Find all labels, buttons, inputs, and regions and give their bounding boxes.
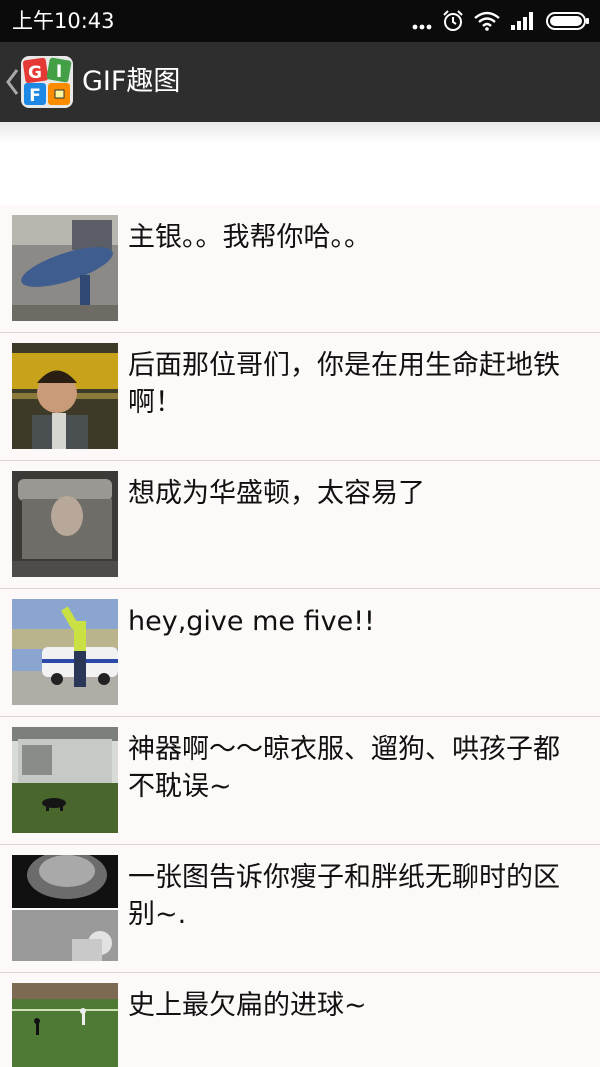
- gif-thumbnail: [12, 343, 118, 449]
- app-logo[interactable]: G I F: [19, 54, 75, 110]
- list-item[interactable]: 神器啊～～晾衣服、遛狗、哄孩子都不耽误~: [0, 717, 600, 845]
- gif-thumbnail: [12, 471, 118, 577]
- signal-icon: [510, 11, 536, 31]
- gif-thumbnail: [12, 599, 118, 705]
- gif-thumbnail: [12, 727, 118, 833]
- wifi-icon: [474, 11, 500, 31]
- list-item[interactable]: 后面那位哥们，你是在用生命赶地铁啊！: [0, 333, 600, 461]
- alarm-icon: [442, 10, 464, 32]
- gif-thumbnail: [12, 855, 118, 961]
- item-title: 想成为华盛顿，太容易了: [128, 478, 425, 509]
- battery-icon: [546, 11, 590, 31]
- item-title: 史上最欠扁的进球~: [128, 990, 367, 1021]
- status-time: 上午10:43: [12, 9, 115, 33]
- gif-thumbnail: [12, 983, 118, 1067]
- item-title: 后面那位哥们，你是在用生命赶地铁啊！: [128, 350, 560, 418]
- list-item[interactable]: 史上最欠扁的进球~: [0, 973, 600, 1067]
- item-title: 一张图告诉你瘦子和胖纸无聊时的区别~.: [128, 862, 560, 930]
- list-item[interactable]: hey,give me five!!: [0, 589, 600, 717]
- action-bar-shadow: [0, 122, 600, 144]
- action-bar: G I F GIF趣图: [0, 42, 600, 123]
- logo-letter-g: G: [28, 63, 42, 83]
- list-item[interactable]: 一张图告诉你瘦子和胖纸无聊时的区别~.: [0, 845, 600, 973]
- item-title: 主银。。我帮你哈。。: [128, 222, 371, 253]
- logo-letter-i: I: [56, 62, 62, 82]
- item-title: 神器啊～～晾衣服、遛狗、哄孩子都不耽误~: [128, 734, 560, 802]
- list-item[interactable]: 主银。。我帮你哈。。: [0, 205, 600, 333]
- status-bar: 上午10:43: [0, 0, 600, 42]
- item-title: hey,give me five!!: [128, 606, 375, 637]
- gif-thumbnail: [12, 215, 118, 321]
- back-chevron-icon[interactable]: [4, 64, 20, 100]
- list-item[interactable]: 想成为华盛顿，太容易了: [0, 461, 600, 589]
- logo-letter-f: F: [29, 86, 41, 106]
- gif-list[interactable]: 主银。。我帮你哈。。 后面那位哥们，你是在用生命赶地铁啊！ 想成为华盛顿，太容易…: [0, 205, 600, 1067]
- status-icons: [412, 9, 590, 33]
- app-title: GIF趣图: [82, 66, 181, 97]
- more-dots-icon: [412, 11, 432, 31]
